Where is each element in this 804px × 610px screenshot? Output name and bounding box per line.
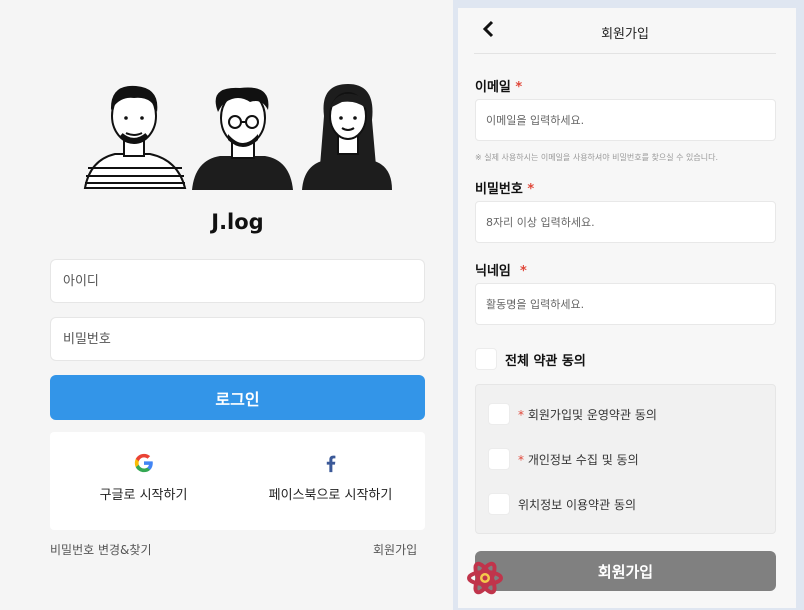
nickname-label: 닉네임 *: [475, 264, 527, 279]
required-mark: *: [519, 264, 527, 279]
required-mark: *: [527, 182, 535, 197]
signup-password-input[interactable]: [476, 202, 775, 242]
react-devtools-icon[interactable]: [466, 559, 504, 597]
term-checkbox-3[interactable]: [488, 493, 510, 515]
email-note: ※ 실제 사용하시는 이메일을 사용하셔야 비밀번호를 찾으실 수 있습니다.: [475, 153, 719, 162]
signup-header: 회원가입: [474, 8, 776, 54]
term-item-1: * 회원가입및 운영약관 동의: [518, 408, 657, 422]
term-item-3: 위치정보 이용약관 동의: [518, 498, 637, 512]
term-item-2: * 개인정보 수집 및 동의: [518, 453, 639, 467]
login-panel: J.log 로그인 구글로 시작하기 페이스북으로 시작하기 비밀번호 변경&찾…: [0, 0, 450, 610]
nickname-input[interactable]: [476, 284, 775, 324]
facebook-login-button[interactable]: 페이스북으로 시작하기: [237, 452, 424, 503]
login-button[interactable]: 로그인: [50, 375, 425, 420]
find-password-link[interactable]: 비밀번호 변경&찾기: [50, 541, 152, 558]
google-login-button[interactable]: 구글로 시작하기: [50, 452, 237, 503]
signup-link[interactable]: 회원가입: [373, 541, 417, 558]
signup-submit-button[interactable]: 회원가입: [475, 551, 776, 591]
avatar-woman: [302, 84, 392, 190]
signup-title: 회원가입: [601, 27, 649, 42]
required-mark: *: [515, 80, 523, 95]
brand-title: J.log: [211, 210, 264, 234]
email-field-wrapper: [475, 99, 776, 141]
id-field-wrapper: [50, 259, 425, 303]
avatars-illustration: [83, 84, 392, 190]
term-checkbox-1[interactable]: [488, 403, 510, 425]
email-label: 이메일 *: [475, 80, 523, 95]
term-checkbox-2[interactable]: [488, 448, 510, 470]
id-input[interactable]: [51, 260, 424, 302]
avatar-man-striped: [83, 85, 187, 189]
google-login-label: 구글로 시작하기: [99, 488, 188, 503]
email-input[interactable]: [476, 100, 775, 140]
google-icon: [134, 453, 153, 473]
signup-panel: 회원가입 이메일 * ※ 실제 사용하시는 이메일을 사용하셔야 비밀번호를 찾…: [458, 8, 796, 608]
nickname-field-wrapper: [475, 283, 776, 325]
password-field-wrapper: [50, 317, 425, 361]
social-login-box: 구글로 시작하기 페이스북으로 시작하기: [50, 432, 425, 530]
facebook-icon: [326, 455, 335, 473]
signup-password-field-wrapper: [475, 201, 776, 243]
facebook-login-label: 페이스북으로 시작하기: [268, 488, 393, 503]
avatar-man-glasses: [192, 87, 293, 190]
password-label: 비밀번호 *: [475, 182, 535, 197]
terms-box: * 회원가입및 운영약관 동의 * 개인정보 수집 및 동의 위치정보 이용약관…: [475, 384, 776, 534]
agree-all-checkbox[interactable]: [475, 348, 497, 370]
password-input[interactable]: [51, 318, 424, 360]
agree-all-label: 전체 약관 동의: [505, 354, 586, 369]
